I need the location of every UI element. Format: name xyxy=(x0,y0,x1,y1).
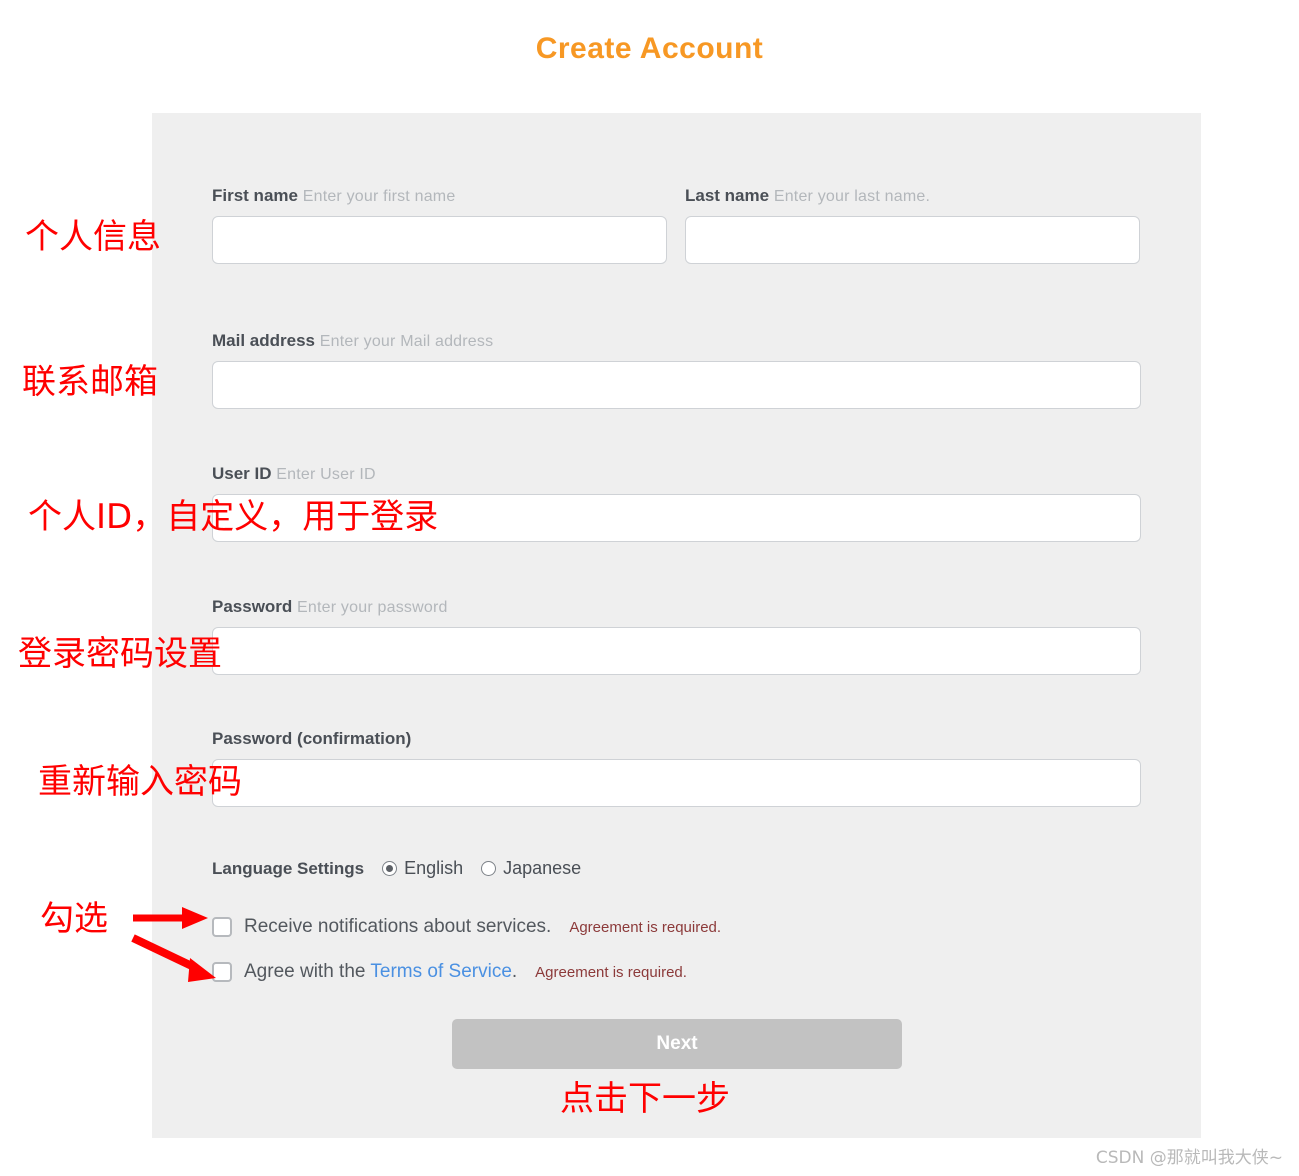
mail-address-label: Mail address Enter your Mail address xyxy=(212,330,1141,353)
language-option-english-label: English xyxy=(404,858,464,878)
language-settings-row: Language Settings English Japanese xyxy=(212,858,581,879)
mail-address-input[interactable] xyxy=(212,361,1141,409)
password-confirmation-label: Password (confirmation) xyxy=(212,728,1141,751)
notifications-checkbox-label: Receive notifications about services. xyxy=(244,916,552,937)
mail-address-label-text: Mail address xyxy=(212,331,315,350)
terms-label-prefix: Agree with the xyxy=(244,961,371,982)
csdn-watermark: CSDN @那就叫我大侠~ xyxy=(1095,1148,1283,1168)
annotation-click-next: 点击下一步 xyxy=(560,1079,730,1119)
password-label: Password Enter your password xyxy=(212,596,1141,619)
radio-english-icon[interactable] xyxy=(382,861,398,876)
language-settings-label: Language Settings xyxy=(212,858,365,878)
mail-address-field-group: Mail address Enter your Mail address xyxy=(212,330,1141,409)
last-name-field-group: Last name Enter your last name. xyxy=(685,185,1140,264)
password-label-text: Password xyxy=(212,597,293,616)
page-title: Create Account xyxy=(535,32,764,65)
last-name-label-text: Last name xyxy=(685,186,770,205)
first-name-label-text: First name xyxy=(212,186,298,205)
terms-checkbox-label: Agree with the Terms of Service. xyxy=(244,961,517,983)
password-confirmation-field-group: Password (confirmation) xyxy=(212,728,1141,807)
annotation-user-id: 个人ID，自定义，用于登录 xyxy=(28,497,439,537)
language-option-japanese-label: Japanese xyxy=(503,858,582,878)
user-id-label: User ID Enter User ID xyxy=(212,463,1141,486)
terms-of-service-link[interactable]: Terms of Service xyxy=(370,961,511,982)
language-option-japanese[interactable]: Japanese xyxy=(481,858,581,879)
checkbox-notifications-icon[interactable] xyxy=(212,917,232,937)
password-confirmation-input[interactable] xyxy=(212,759,1141,807)
mail-address-hint: Enter your Mail address xyxy=(319,333,494,350)
user-id-hint: Enter User ID xyxy=(276,466,376,483)
annotation-password-confirm: 重新输入密码 xyxy=(38,762,242,802)
user-id-label-text: User ID xyxy=(212,464,272,483)
checkbox-terms-icon[interactable] xyxy=(212,962,232,982)
next-button[interactable]: Next xyxy=(452,1019,902,1069)
first-name-label: First name Enter your first name xyxy=(212,185,667,208)
first-name-input[interactable] xyxy=(212,216,667,264)
screenshot-root: Create Account First name Enter your fir… xyxy=(0,0,1299,1176)
language-option-english[interactable]: English xyxy=(382,858,463,879)
terms-label-suffix: . xyxy=(511,961,518,982)
last-name-label: Last name Enter your last name. xyxy=(685,185,1140,208)
first-name-field-group: First name Enter your first name xyxy=(212,185,667,264)
notifications-required-note: Agreement is required. xyxy=(569,918,722,936)
first-name-hint: Enter your first name xyxy=(302,188,456,205)
annotation-contact-email: 联系邮箱 xyxy=(22,362,158,402)
password-input[interactable] xyxy=(212,627,1141,675)
create-account-form-card: First name Enter your first name Last na… xyxy=(152,113,1201,1138)
notifications-checkbox-row[interactable]: Receive notifications about services. Ag… xyxy=(212,916,721,938)
annotation-personal-info: 个人信息 xyxy=(25,217,161,257)
last-name-input[interactable] xyxy=(685,216,1140,264)
last-name-hint: Enter your last name. xyxy=(773,188,931,205)
annotation-password: 登录密码设置 xyxy=(18,634,222,674)
terms-required-note: Agreement is required. xyxy=(535,963,687,981)
annotation-check-these: 勾选 xyxy=(40,899,108,939)
password-hint: Enter your password xyxy=(297,599,448,616)
password-field-group: Password Enter your password xyxy=(212,596,1141,675)
password-confirmation-label-text: Password (confirmation) xyxy=(212,729,412,748)
terms-checkbox-row[interactable]: Agree with the Terms of Service. Agreeme… xyxy=(212,961,687,983)
radio-japanese-icon[interactable] xyxy=(481,861,497,876)
